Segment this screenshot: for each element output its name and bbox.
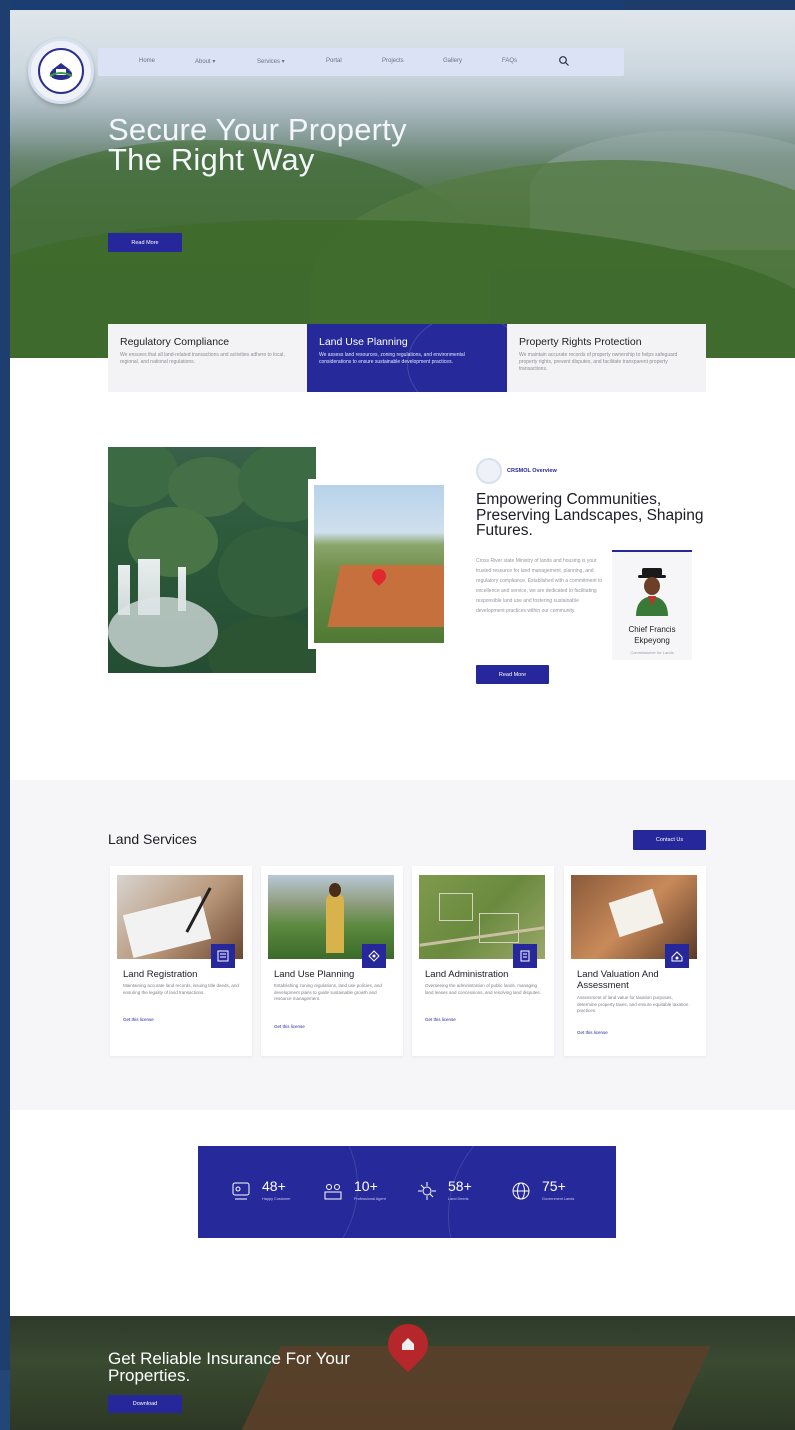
feature-title: Property Rights Protection [519,336,642,348]
service-title: Land Administration [425,969,509,980]
service-card-land-administration[interactable]: Land Administration Overseeing the admin… [412,866,554,1056]
nav-about[interactable]: About ▾ [195,58,215,65]
service-text: Maintaining accurate land records, issui… [123,983,239,995]
overview-text: Cross River state Ministry of lands and … [476,558,603,614]
nav-faqs[interactable]: FAQs [502,58,517,64]
service-card-land-registration[interactable]: Land Registration Maintaining accurate l… [110,866,252,1056]
download-button[interactable]: Download [108,1395,182,1413]
feature-property-rights: Property Rights Protection We maintain a… [507,324,706,392]
get-license-link[interactable]: Get this license [425,1017,456,1022]
land-deeds-icon [418,1182,436,1200]
services-title: Land Services [108,831,197,847]
hero-section: Home About ▾ Services ▾ Portal Projects … [10,10,795,358]
page: Home About ▾ Services ▾ Portal Projects … [10,10,795,1430]
service-title: Land Registration [123,969,198,980]
stat-label: Land Deeds [448,1197,469,1201]
overview-logo-icon [476,458,502,484]
stat-number: 48+ [262,1178,286,1194]
service-text: Overseeing the administration of public … [425,983,541,995]
feature-text: We maintain accurate records of property… [519,352,678,372]
nav-services[interactable]: Services ▾ [257,58,285,65]
main-nav: Home About ▾ Services ▾ Portal Projects … [98,48,624,76]
seal-icon [49,63,73,80]
registration-icon [211,944,235,968]
overview-label: CRSMOL Overview [507,468,557,474]
about-read-more-button[interactable]: Read More [476,665,549,684]
planning-icon [362,944,386,968]
hero-title: Secure Your Property The Right Way [108,112,407,177]
service-text: Establishing zoning regulations, land us… [274,983,382,1001]
stat-label: Government Lands [542,1197,575,1201]
overview-title: Empowering Communities, Preserving Lands… [476,491,704,539]
service-title: Land Valuation And Assessment [577,969,659,991]
waterfall-image [108,447,316,673]
stat-number: 58+ [448,1178,472,1194]
search-icon[interactable] [558,55,570,67]
service-card-land-use-planning[interactable]: Land Use Planning Establishing zoning re… [261,866,403,1056]
feature-land-use-planning: Land Use Planning We assess land resourc… [307,324,507,392]
service-card-land-valuation[interactable]: Land Valuation And Assessment Assessment… [564,866,706,1056]
stat-label: Professional Agent [354,1197,386,1201]
stats-banner: 48+ Happy Customer 10+ Professional Agen… [198,1146,616,1238]
stat-number: 10+ [354,1178,378,1194]
feature-text: We ensures that all land-related transac… [120,352,285,365]
hero-read-more-button[interactable]: Read More [108,233,182,252]
get-license-link[interactable]: Get this license [274,1024,305,1029]
feature-regulatory-compliance: Regulatory Compliance We ensures that al… [108,324,307,392]
ministry-logo[interactable] [28,38,94,104]
get-license-link[interactable]: Get this license [123,1017,154,1022]
service-title: Land Use Planning [274,969,355,980]
agent-icon [324,1184,342,1200]
commissioner-avatar [636,568,668,616]
commissioner-card: Chief Francis Ekpeyong Commissioner for … [612,550,692,660]
feature-title: Regulatory Compliance [120,336,230,348]
home-icon [402,1338,414,1350]
stat-label: Happy Customer [262,1197,291,1201]
service-text: Assessment of land value for taxation pu… [577,995,689,1013]
land-plot-image [308,479,450,649]
nav-home[interactable]: Home [139,58,155,64]
commissioner-role: Commissioner for Lands [630,650,674,655]
get-license-link[interactable]: Get this license [577,1030,608,1035]
stat-number: 75+ [542,1178,566,1194]
administration-icon [513,944,537,968]
commissioner-name: Chief Francis Ekpeyong [628,625,676,645]
nav-projects[interactable]: Projects [382,58,404,64]
customer-icon [232,1182,250,1200]
nav-gallery[interactable]: Gallery [443,58,462,64]
nav-portal[interactable]: Portal [326,58,342,64]
insurance-title: Get Reliable Insurance For Your Properti… [108,1349,350,1385]
valuation-icon [665,944,689,968]
contact-us-button[interactable]: Contact Us [633,830,706,850]
globe-icon [512,1182,530,1200]
